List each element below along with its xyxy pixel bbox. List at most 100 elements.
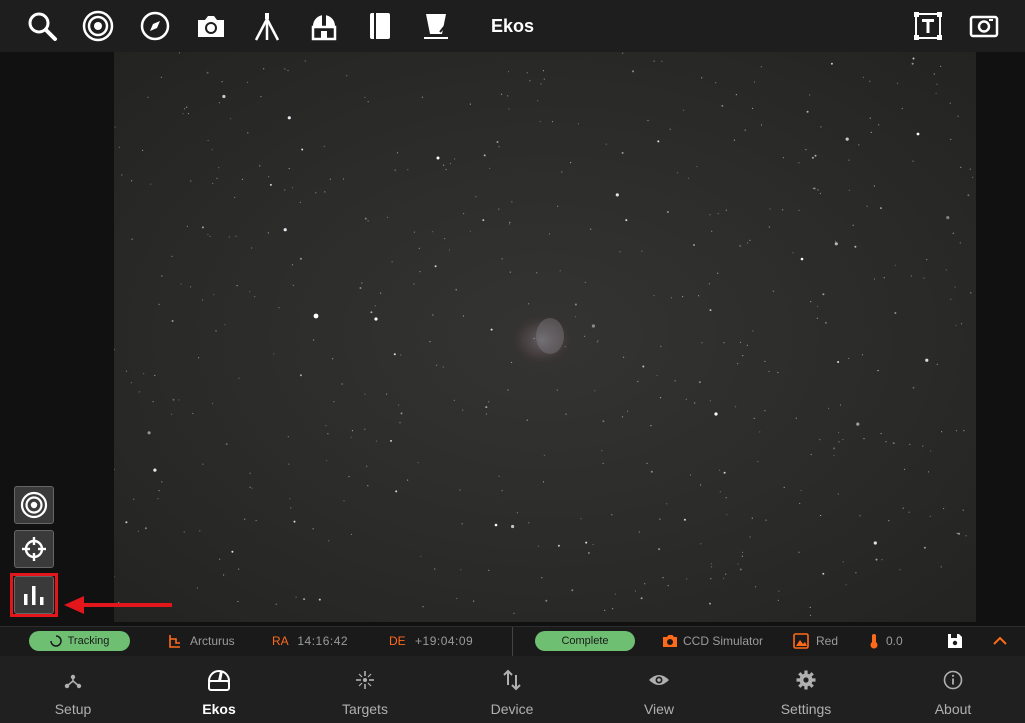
star — [619, 251, 621, 253]
star — [806, 110, 809, 113]
mount-status-badge[interactable]: Tracking — [29, 631, 130, 651]
star — [641, 250, 643, 252]
star — [186, 225, 188, 227]
star — [644, 583, 646, 585]
nav-about[interactable]: About — [880, 656, 1025, 723]
star — [154, 374, 156, 377]
screenshot-icon[interactable] — [964, 6, 1004, 46]
star — [923, 277, 925, 279]
star — [536, 272, 538, 274]
observatory-icon[interactable] — [304, 6, 344, 46]
star — [653, 60, 655, 62]
star — [811, 156, 814, 159]
nav-label: About — [934, 701, 972, 717]
gear-icon — [796, 670, 816, 690]
star — [601, 450, 603, 452]
star — [251, 487, 253, 489]
star — [218, 102, 220, 104]
nav-device[interactable]: Device — [439, 656, 585, 723]
star — [799, 502, 801, 505]
star — [596, 341, 598, 343]
text-frame-icon[interactable] — [908, 6, 948, 46]
top-toolbar: Ekos — [0, 0, 1025, 52]
star — [863, 438, 865, 440]
star — [359, 287, 362, 289]
star-field-image[interactable] — [114, 52, 976, 622]
star — [778, 590, 780, 592]
star — [855, 572, 857, 574]
star — [251, 247, 253, 249]
nav-settings[interactable]: Settings — [733, 656, 879, 723]
nav-targets[interactable]: Targets — [292, 656, 438, 723]
star — [237, 600, 239, 603]
crosshair-button[interactable] — [14, 530, 54, 568]
star — [498, 475, 500, 477]
search-icon[interactable] — [22, 6, 62, 46]
star — [507, 71, 510, 73]
target-button[interactable] — [14, 486, 54, 524]
star — [809, 614, 812, 616]
star — [420, 555, 422, 557]
star — [350, 436, 352, 438]
star — [751, 517, 753, 519]
star — [878, 124, 880, 126]
star — [585, 541, 588, 544]
star — [178, 399, 180, 401]
star — [640, 597, 643, 600]
star — [650, 470, 653, 473]
star — [526, 72, 528, 74]
star — [571, 589, 574, 592]
bright-star — [800, 257, 804, 261]
star — [445, 168, 447, 171]
star — [667, 585, 669, 587]
star — [952, 232, 954, 234]
star — [858, 144, 860, 146]
star — [483, 154, 486, 157]
star — [541, 577, 543, 579]
star — [370, 311, 373, 314]
notebook-icon[interactable] — [360, 6, 400, 46]
star — [462, 409, 464, 411]
star — [327, 433, 329, 435]
compass-icon[interactable] — [135, 6, 175, 46]
star — [456, 597, 458, 600]
app-title: Ekos — [490, 16, 535, 36]
lamp-flat-icon[interactable] — [416, 6, 456, 46]
star — [764, 360, 766, 362]
capture-status-badge[interactable]: Complete — [535, 631, 635, 651]
ra-value: 14:16:42 — [297, 634, 349, 648]
star — [602, 420, 605, 423]
nav-ekos[interactable]: Ekos — [146, 656, 292, 723]
nav-view[interactable]: View — [586, 656, 732, 723]
star — [507, 95, 509, 97]
star — [288, 463, 290, 465]
chevron-up-icon[interactable] — [992, 633, 1008, 649]
star — [488, 569, 490, 572]
info-icon — [943, 670, 963, 690]
star — [925, 358, 929, 362]
star — [739, 244, 742, 247]
camera-icon[interactable] — [191, 6, 231, 46]
network-icon — [64, 674, 82, 689]
image-viewer[interactable] — [0, 52, 1025, 626]
star — [824, 321, 827, 324]
filter-name: Red — [816, 634, 839, 648]
star — [739, 341, 742, 343]
target-icon[interactable] — [78, 6, 118, 46]
star — [810, 453, 812, 456]
de-readout: DE +19:04:09 — [389, 627, 473, 656]
tripod-icon[interactable] — [247, 6, 287, 46]
star — [718, 469, 721, 471]
star — [364, 96, 366, 98]
star — [670, 297, 673, 299]
star — [325, 425, 327, 427]
star — [647, 119, 649, 122]
star — [542, 481, 545, 483]
nav-setup[interactable]: Setup — [0, 656, 146, 723]
star — [434, 265, 437, 268]
save-icon[interactable] — [947, 633, 963, 649]
star — [367, 101, 369, 103]
bright-star — [374, 317, 378, 321]
star — [621, 416, 624, 418]
star — [694, 402, 696, 404]
